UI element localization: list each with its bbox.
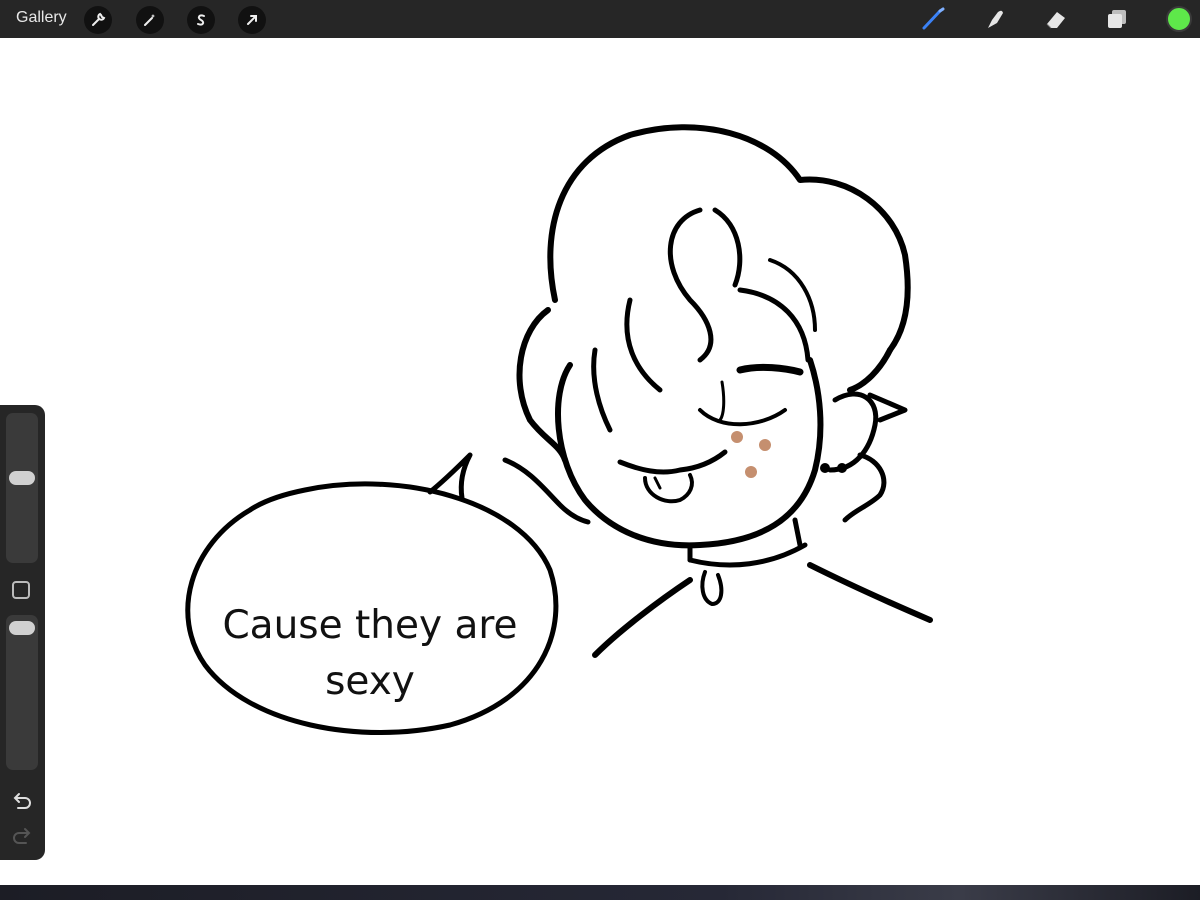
magic-wand-icon[interactable] [136,6,164,34]
undo-icon[interactable] [10,790,34,814]
bottom-dock-strip [0,885,1200,900]
transform-arrow-icon[interactable] [238,6,266,34]
layers-icon[interactable] [1104,6,1130,32]
selection-icon[interactable] [187,6,215,34]
left-sidebar [0,405,45,860]
mouth [617,449,728,475]
modify-square-icon[interactable] [12,581,30,599]
brush-size-thumb[interactable] [9,471,35,486]
eye-lid [736,363,804,376]
opacity-slider[interactable] [6,615,38,770]
speech-text-line1: Cause they are [222,603,518,648]
speech-bubble-text: Cause they are sexy [190,598,550,710]
drawing-canvas[interactable]: Cause they are sexy [0,38,1200,885]
shoulder-left [592,577,693,658]
smudge-icon[interactable] [982,6,1008,32]
brush-icon[interactable] [920,6,946,32]
hair-outline [547,124,911,353]
redo-icon[interactable] [10,825,34,849]
wrench-icon[interactable] [84,6,112,34]
eraser-icon[interactable] [1043,6,1069,32]
sketch-artwork [185,124,933,735]
freckles [731,431,771,478]
brush-size-slider[interactable] [6,413,38,563]
shoulder-right [807,562,933,623]
earring [820,463,830,473]
speech-text-line2: sexy [325,659,415,704]
top-toolbar: Gallery [0,0,1200,38]
earring [837,463,847,473]
choker [687,542,808,568]
hair-bang [667,207,714,363]
color-picker-button[interactable] [1166,6,1192,32]
opacity-thumb[interactable] [9,620,35,635]
hair-right-side [847,347,893,393]
gallery-button[interactable]: Gallery [16,9,67,27]
